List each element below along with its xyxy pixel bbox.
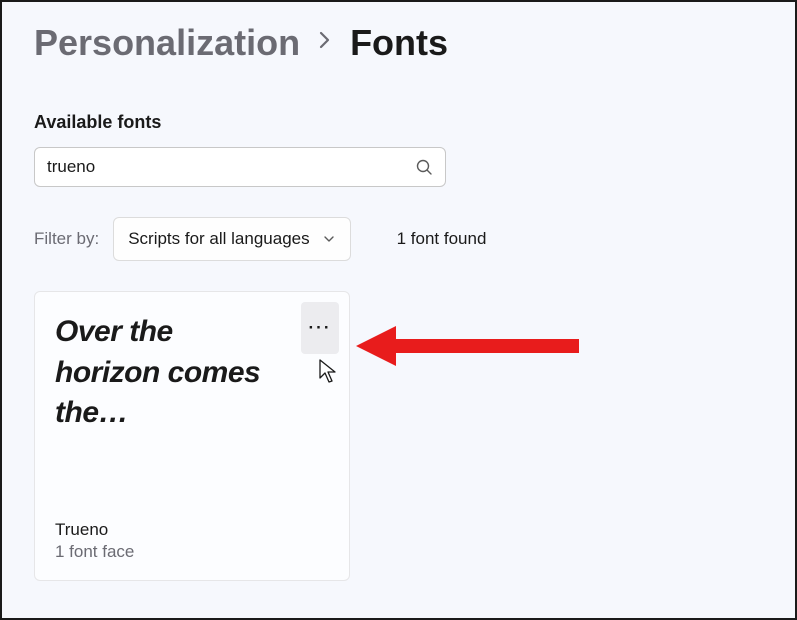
- font-faces-count: 1 font face: [55, 542, 134, 562]
- annotation-arrow: [354, 316, 584, 376]
- more-options-button[interactable]: ···: [301, 302, 339, 354]
- chevron-right-icon: [318, 29, 332, 57]
- chevron-down-icon: [322, 232, 336, 246]
- filter-dropdown[interactable]: Scripts for all languages: [113, 217, 350, 261]
- search-icon: [415, 158, 433, 176]
- breadcrumb-parent-link[interactable]: Personalization: [34, 22, 300, 64]
- section-title: Available fonts: [34, 112, 763, 133]
- filter-dropdown-text: Scripts for all languages: [128, 229, 309, 249]
- results-count: 1 font found: [397, 229, 487, 249]
- search-box[interactable]: [34, 147, 446, 187]
- font-preview-text: Over the horizon comes the…: [55, 312, 329, 434]
- search-input[interactable]: [47, 157, 415, 177]
- breadcrumb-current: Fonts: [350, 22, 448, 64]
- more-icon: ···: [309, 318, 332, 338]
- font-card[interactable]: Over the horizon comes the… ··· Trueno 1…: [34, 291, 350, 581]
- filter-row: Filter by: Scripts for all languages 1 f…: [34, 217, 763, 261]
- filter-label: Filter by:: [34, 229, 99, 249]
- font-card-footer: Trueno 1 font face: [55, 520, 134, 562]
- font-name: Trueno: [55, 520, 134, 540]
- breadcrumb: Personalization Fonts: [34, 22, 763, 64]
